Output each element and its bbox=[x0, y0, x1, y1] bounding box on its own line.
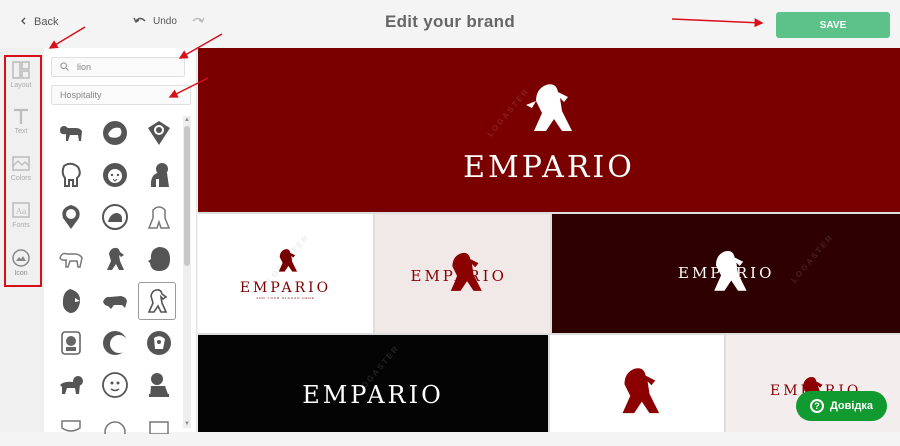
annotation-arrows bbox=[48, 18, 764, 98]
